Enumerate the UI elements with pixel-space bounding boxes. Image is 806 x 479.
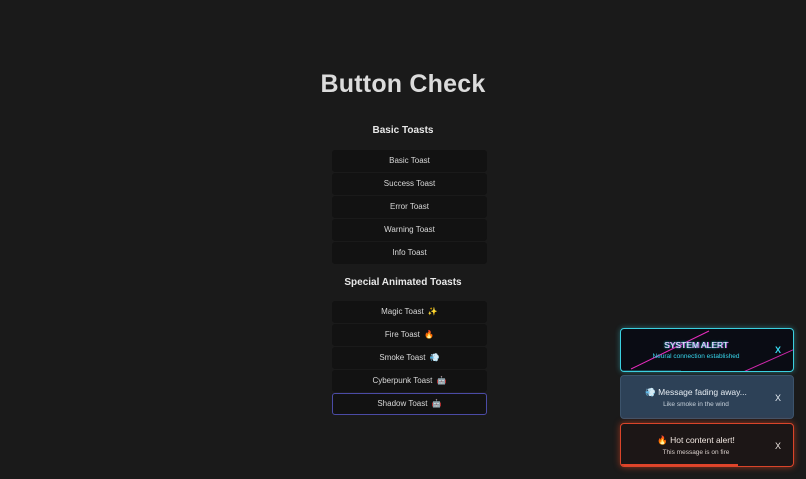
close-button[interactable]: X <box>775 393 781 403</box>
button-label: Magic Toast <box>381 307 424 316</box>
toast-message: Neural connection established <box>652 353 740 360</box>
error-toast-button[interactable]: Error Toast <box>332 196 487 218</box>
neon-lines-decoration <box>621 330 793 371</box>
smoke-toast: 💨 Message fading away... Like smoke in t… <box>620 375 794 419</box>
robot-icon: 🤖 <box>436 376 447 385</box>
close-button[interactable]: X <box>775 345 781 355</box>
smoke-icon: 💨 <box>645 388 656 398</box>
button-label: Cyberpunk Toast <box>372 376 433 385</box>
page-title: Button Check <box>320 70 486 98</box>
toast-title-text: Hot content alert! <box>670 435 735 445</box>
warning-toast-button[interactable]: Warning Toast <box>332 219 487 241</box>
toast-message: This message is on fire <box>662 449 730 456</box>
cyberpunk-toast: SYSTEM ALERT Neural connection establish… <box>620 328 794 372</box>
section-title-special: Special Animated Toasts <box>344 277 462 288</box>
toast-title: SYSTEM ALERT <box>663 340 729 350</box>
sparkles-icon: ✨ <box>427 307 438 316</box>
info-toast-button[interactable]: Info Toast <box>332 242 487 264</box>
robot-icon: 🤖 <box>431 399 442 408</box>
shadow-toast-button[interactable]: Shadow Toast 🤖 <box>332 393 487 415</box>
cyberpunk-toast-button[interactable]: Cyberpunk Toast 🤖 <box>332 370 487 392</box>
fire-toast: 🔥 Hot content alert! This message is on … <box>620 423 794 467</box>
toast-progress-bar <box>621 464 738 466</box>
section-title-basic: Basic Toasts <box>372 125 434 136</box>
basic-toast-button[interactable]: Basic Toast <box>332 150 487 172</box>
toast-title: 🔥 Hot content alert! <box>621 435 771 446</box>
magic-toast-button[interactable]: Magic Toast ✨ <box>332 301 487 323</box>
toast-title: 💨 Message fading away... <box>621 387 771 398</box>
toast-message: Like smoke in the wind <box>663 401 729 408</box>
toast-title-text: Message fading away... <box>658 387 747 397</box>
fire-icon: 🔥 <box>424 330 435 339</box>
button-label: Shadow Toast <box>377 399 428 408</box>
fire-toast-button[interactable]: Fire Toast 🔥 <box>332 324 487 346</box>
button-label: Smoke Toast <box>379 353 426 362</box>
smoke-icon: 💨 <box>429 353 440 362</box>
smoke-toast-button[interactable]: Smoke Toast 💨 <box>332 347 487 369</box>
fire-icon: 🔥 <box>657 436 668 446</box>
close-button[interactable]: X <box>775 441 781 451</box>
button-label: Fire Toast <box>384 330 420 339</box>
success-toast-button[interactable]: Success Toast <box>332 173 487 195</box>
